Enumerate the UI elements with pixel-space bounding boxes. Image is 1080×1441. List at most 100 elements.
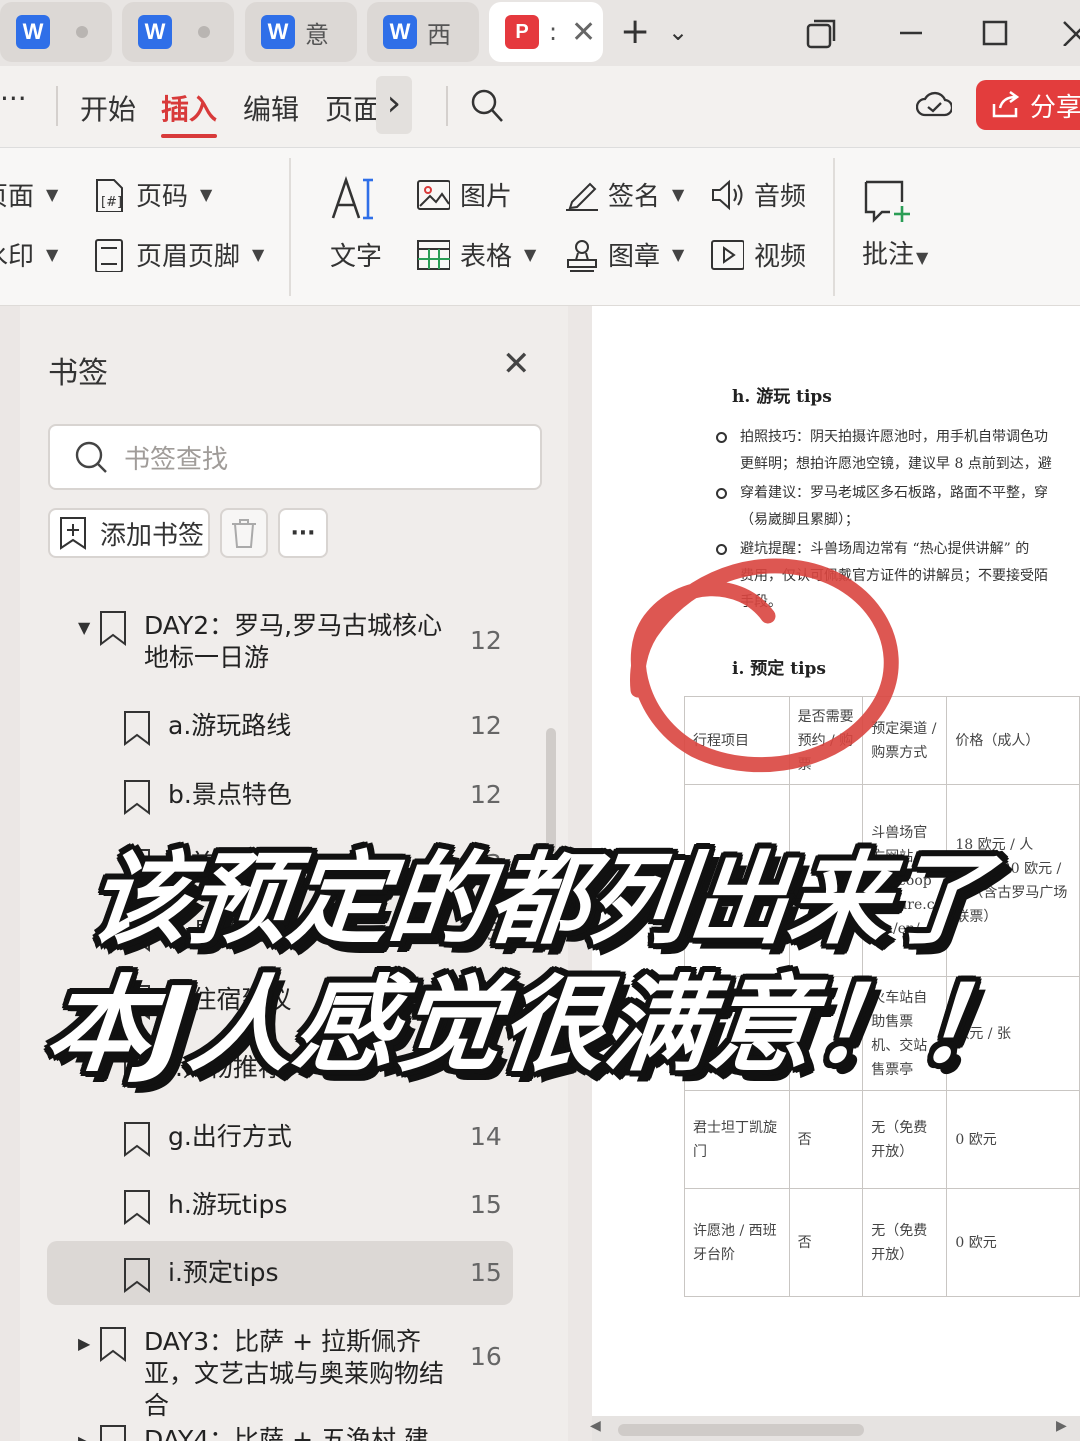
video-label: 视频 (754, 242, 807, 272)
stamp-button[interactable]: 图章 ▼ (564, 236, 684, 273)
trash-icon (232, 519, 256, 548)
bookmark-item[interactable]: h.游玩tips (122, 1189, 287, 1225)
menu-home[interactable]: 开始 (80, 88, 136, 128)
bullet-icon (716, 432, 727, 443)
table-button[interactable]: 表格 ▼ (416, 236, 536, 273)
scrollbar-thumb[interactable] (618, 1424, 864, 1436)
add-bookmark-button[interactable]: 添加书签 (48, 508, 210, 558)
cover-page-button[interactable]: 页面 ▼ (0, 176, 58, 213)
expand-caret-icon[interactable]: ▼ (78, 612, 98, 644)
search-icon[interactable] (470, 88, 504, 124)
signature-button[interactable]: 签名 ▼ (564, 176, 684, 213)
minimize-icon[interactable] (898, 18, 924, 48)
bookmark-label: a.游玩路线 (168, 711, 292, 740)
menu-page[interactable]: 页面 (325, 88, 381, 128)
document-tab-1[interactable]: W (0, 2, 112, 62)
scroll-left-arrow-icon[interactable]: ◀ (590, 1418, 601, 1434)
new-tab-icon[interactable]: + (620, 10, 650, 54)
menu-more-icon[interactable]: ··· (0, 82, 27, 115)
bookmark-item[interactable]: g.出行方式 (122, 1121, 292, 1157)
chevron-down-icon: ▼ (200, 185, 213, 204)
table-cell: 无（免费开放） (862, 1090, 948, 1189)
tip-line: 穿着建议：罗马老城区多石板路，路面不平整，穿 (740, 485, 1048, 501)
table-cell: 否 (788, 1090, 864, 1189)
delete-bookmark-button[interactable] (220, 508, 268, 558)
collapse-caret-icon[interactable]: ▶ (78, 1328, 98, 1360)
tab-unsaved-dot (198, 26, 210, 38)
maximize-icon[interactable] (982, 20, 1008, 46)
scroll-right-arrow-icon[interactable]: ▶ (1056, 1418, 1067, 1434)
bookmark-label: DAY4：比萨 + 五渔村,建 (144, 1425, 429, 1441)
comment-label-row: 批注 ▼ (862, 234, 928, 271)
bookmark-item-day4[interactable]: ▶ DAY4：比萨 + 五渔村,建 (78, 1424, 444, 1441)
speaker-icon (712, 179, 743, 210)
header-footer-button[interactable]: 页眉页脚 ▼ (92, 236, 264, 273)
bookmark-page-number: 12 (470, 711, 502, 740)
caption-line-2: 本J人感觉很满意！！ (40, 964, 1029, 1086)
menu-insert[interactable]: 插入 (161, 88, 218, 138)
bookmark-item[interactable]: b.景点特色 (122, 779, 292, 815)
bookmark-item-day3[interactable]: ▶ DAY3：比萨 + 拉斯佩齐亚，文艺古城与奥莱购物结合 (78, 1326, 444, 1422)
document-horizontal-scrollbar[interactable]: ◀ ▶ (590, 1416, 1080, 1441)
bookmark-item[interactable]: a.游玩路线 (122, 710, 291, 746)
share-label: 分享 (1030, 92, 1080, 123)
bookmark-item-selected[interactable]: i.预定tips (122, 1257, 279, 1293)
tab-title: 西 (427, 20, 451, 49)
chevron-down-icon: ▼ (46, 245, 59, 264)
pdf-tab-active[interactable]: P : ✕ (489, 2, 603, 62)
tab-unsaved-dot (76, 26, 88, 38)
comment-add-icon (864, 180, 910, 223)
restore-window-icon[interactable] (806, 18, 838, 50)
menu-divider (446, 86, 448, 126)
bookmark-label: b.景点特色 (168, 780, 292, 809)
cover-label: 页面 (0, 182, 34, 212)
header-footer-icon (95, 238, 123, 272)
signature-label: 签名 (608, 182, 661, 212)
bookmark-label: DAY2：罗马,罗马古城核心地标一日游 (144, 611, 443, 672)
close-tab-icon[interactable]: ✕ (571, 15, 596, 50)
page-number-button[interactable]: [#] 页码 ▼ (92, 176, 212, 213)
tip-line: 拍照技巧：阴天拍摄许愿池时，用手机自带调色功 (740, 429, 1048, 445)
chevron-down-icon: ▼ (916, 248, 929, 267)
stamp-label: 图章 (608, 242, 661, 272)
bookmark-icon (100, 1327, 126, 1362)
tab-list-chevron-icon[interactable]: ⌄ (668, 10, 688, 54)
table-header-cell: 价格（成人） (946, 696, 1080, 785)
close-window-icon[interactable] (1062, 20, 1080, 46)
menu-next-chevron-icon[interactable]: › (376, 76, 412, 134)
document-tab-3[interactable]: W 意 (245, 2, 357, 62)
bookmark-search-input[interactable]: 书签查找 (48, 424, 542, 490)
video-button[interactable]: 视频 (710, 236, 806, 273)
table-row: 许愿池 / 西班牙台阶 否 无（免费开放） 0 欧元 (684, 1188, 1080, 1297)
picture-button[interactable]: 图片 (416, 176, 512, 213)
picture-label: 图片 (460, 182, 513, 212)
bookmark-icon (124, 1258, 150, 1293)
word-icon: W (261, 15, 295, 49)
comment-button[interactable]: 批注 ▼ (862, 178, 928, 271)
table-icon (417, 239, 450, 270)
tab-title: : (549, 18, 558, 46)
signature-pen-icon (566, 182, 598, 211)
bookmark-item-day2[interactable]: ▼ DAY2：罗马,罗马古城核心地标一日游 (78, 610, 444, 674)
document-tab-2[interactable]: W (122, 2, 234, 62)
audio-button[interactable]: 音频 (710, 176, 806, 213)
table-cell: 许愿池 / 西班牙台阶 (684, 1188, 790, 1297)
collapse-caret-icon[interactable]: ▶ (78, 1426, 98, 1441)
table-cell: 0 欧元 (946, 1188, 1080, 1297)
word-icon: W (16, 15, 50, 49)
bookmark-label: h.游玩tips (168, 1190, 288, 1219)
more-options-icon[interactable]: ··· (278, 508, 328, 558)
watermark-button[interactable]: 水印 ▼ (0, 236, 58, 273)
bookmark-page-number: 15 (470, 1258, 502, 1287)
search-placeholder: 书签查找 (124, 444, 229, 475)
menu-edit[interactable]: 编辑 (243, 88, 299, 128)
share-button[interactable]: 分享 (976, 80, 1080, 130)
table-row: 君士坦丁凯旋门 否 无（免费开放） 0 欧元 (684, 1090, 1080, 1189)
chevron-down-icon: ▼ (252, 245, 265, 264)
text-art-button[interactable]: 文字 (330, 174, 382, 273)
document-tab-4[interactable]: W 西 (367, 2, 479, 62)
chevron-down-icon: ▼ (46, 185, 59, 204)
close-icon[interactable]: ✕ (502, 344, 531, 384)
cloud-sync-icon[interactable] (916, 88, 952, 120)
bookmark-page-number: 14 (470, 1122, 502, 1151)
